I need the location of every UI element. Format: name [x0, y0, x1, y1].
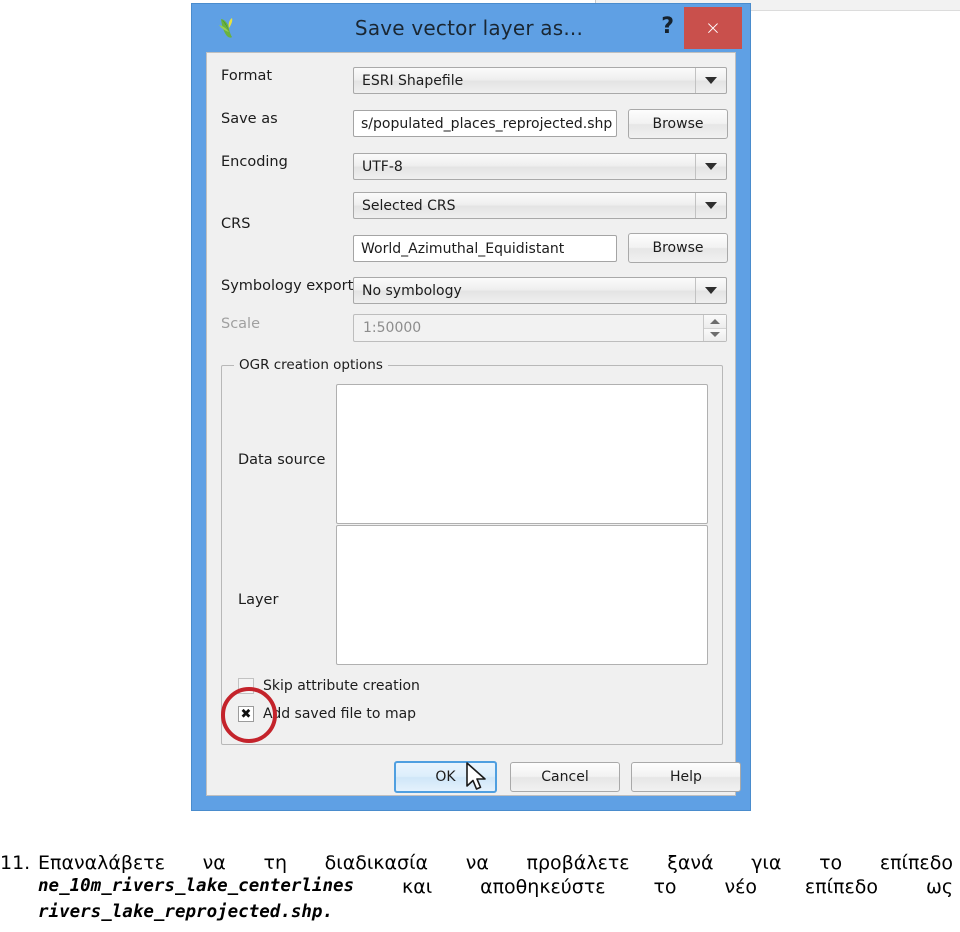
qgis-logo-icon — [217, 16, 239, 40]
caption-line-1: 11. Επαναλάβετε να τη διαδικασία να προβάλετε… — [0, 852, 960, 874]
crs-name-value: World_Azimuthal_Equidistant — [361, 240, 565, 257]
encoding-label: Encoding — [221, 154, 288, 170]
data-source-textarea[interactable] — [336, 384, 708, 524]
caption-word: επίπεδο — [879, 852, 953, 874]
caption-word: να — [202, 852, 226, 874]
save-as-browse-button[interactable]: Browse — [628, 109, 728, 139]
ogr-group-title: OGR creation options — [234, 357, 388, 373]
layer-textarea[interactable] — [336, 525, 708, 665]
caption-word: το — [819, 852, 843, 874]
scale-spinbox: 1:50000 — [353, 314, 727, 342]
crs-label: CRS — [221, 216, 251, 232]
skip-attribute-creation-label: Skip attribute creation — [263, 678, 420, 694]
caption-number: 11. — [0, 852, 31, 874]
caption-line-2: ne_10m_rivers_lake_centerlines και αποθηκε… — [0, 876, 960, 898]
save-vector-layer-dialog: Save vector layer as... ? × Format ESRI … — [192, 4, 750, 810]
crs-row: CRS — [221, 216, 351, 232]
caption-word: να — [465, 852, 489, 874]
add-saved-file-to-map-label: Add saved file to map — [263, 706, 417, 722]
caption-word: ξανά — [667, 852, 714, 874]
caption-word: επίπεδο — [804, 876, 879, 898]
scale-row: Scale — [221, 316, 351, 332]
save-as-value: s/populated_places_reprojected.shp — [361, 115, 613, 132]
save-as-row: Save as — [221, 111, 351, 127]
stepper-up-icon — [704, 315, 726, 329]
symbology-export-value: No symbology — [362, 282, 462, 299]
crs-mode-combobox[interactable]: Selected CRS — [353, 192, 727, 219]
caption-word: νέο — [724, 876, 757, 898]
save-as-input[interactable]: s/populated_places_reprojected.shp — [353, 110, 617, 137]
caption-word: και — [402, 876, 433, 898]
format-row: Format — [221, 68, 351, 84]
caption-word: το — [653, 876, 677, 898]
caption-line-3: rivers_lake_reprojected.shp. — [0, 900, 960, 922]
encoding-combobox[interactable]: UTF-8 — [353, 153, 727, 180]
skip-attribute-creation-row[interactable]: Skip attribute creation — [238, 678, 420, 694]
ogr-creation-options-group: OGR creation options Data source Layer S… — [221, 357, 723, 745]
data-source-label: Data source — [238, 452, 326, 468]
mouse-cursor-icon — [465, 762, 489, 798]
dialog-titlebar[interactable]: Save vector layer as... ? × — [192, 4, 750, 52]
crs-browse-button[interactable]: Browse — [628, 233, 728, 263]
skip-attribute-creation-checkbox[interactable] — [238, 678, 254, 694]
caption-word: διαδικασία — [324, 852, 429, 874]
help-button[interactable]: Help — [631, 762, 741, 792]
symbology-export-combobox[interactable]: No symbology — [353, 277, 727, 304]
add-saved-file-to-map-checkbox[interactable]: ✖ — [238, 706, 254, 722]
caption-word: για — [751, 852, 782, 874]
stepper-down-icon — [704, 328, 726, 341]
caption-block: 11. Επαναλάβετε να τη διαδικασία να προβάλετε… — [0, 852, 960, 922]
symbology-export-row: Symbology export — [221, 278, 354, 294]
caption-line-2-text: ne_10m_rivers_lake_centerlines και αποθηκε… — [38, 876, 953, 898]
chevron-down-icon[interactable] — [695, 278, 726, 303]
caption-line-1-text: Επαναλάβετε να τη διαδικασία να προβάλετε ξανά… — [38, 852, 953, 874]
encoding-value: UTF-8 — [362, 158, 403, 175]
encoding-row: Encoding — [221, 154, 351, 170]
caption-word: τη — [263, 852, 287, 874]
caption-word: αποθηκεύστε — [480, 876, 606, 898]
save-as-label: Save as — [221, 111, 278, 127]
chevron-down-icon[interactable] — [695, 68, 726, 93]
caption-line-2-mono: ne_10m_rivers_lake_centerlines — [38, 876, 355, 896]
caption-word: ως — [925, 876, 953, 898]
scale-stepper — [703, 315, 726, 341]
format-label: Format — [221, 68, 273, 84]
scale-value: 1:50000 — [363, 320, 422, 336]
chevron-down-icon[interactable] — [695, 193, 726, 218]
format-combobox[interactable]: ESRI Shapefile — [353, 67, 727, 94]
help-question-icon[interactable]: ? — [661, 13, 674, 41]
scale-label: Scale — [221, 316, 261, 332]
caption-word: Επαναλάβετε — [38, 852, 165, 874]
cancel-button[interactable]: Cancel — [510, 762, 620, 792]
symbology-export-label: Symbology export — [221, 278, 354, 294]
crs-name-input[interactable]: World_Azimuthal_Equidistant — [353, 235, 617, 262]
close-icon[interactable]: × — [684, 7, 742, 49]
dialog-client-area: Format ESRI Shapefile Save as s/populate… — [206, 52, 741, 796]
caption-line-3-mono: rivers_lake_reprojected.shp. — [38, 902, 334, 922]
layer-label: Layer — [238, 592, 279, 608]
chevron-down-icon[interactable] — [695, 154, 726, 179]
add-saved-file-to-map-row[interactable]: ✖ Add saved file to map — [238, 706, 416, 722]
crs-mode-value: Selected CRS — [362, 197, 456, 214]
format-value: ESRI Shapefile — [362, 72, 464, 89]
caption-word: προβάλετε — [526, 852, 630, 874]
